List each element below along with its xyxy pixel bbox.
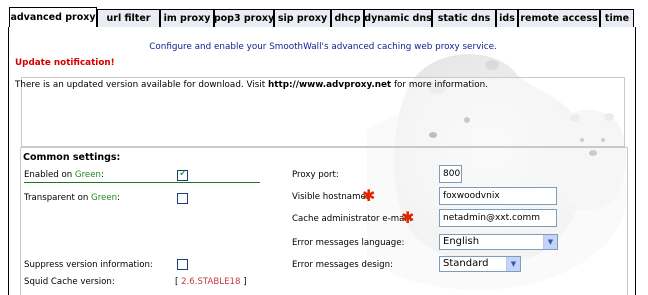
tab-pop3-proxy[interactable]: pop3 proxy	[214, 9, 274, 27]
tab-label: im proxy	[163, 13, 211, 24]
tab-bar: advanced proxy url filter im proxy pop3 …	[0, 0, 648, 27]
tab-im-proxy[interactable]: im proxy	[160, 9, 214, 27]
green-zone-text: Green	[91, 193, 118, 203]
tab-label: ids	[499, 13, 515, 24]
intro-text: Configure and enable your SmoothWall's a…	[149, 42, 497, 52]
tab-sip-proxy[interactable]: sip proxy	[274, 9, 331, 27]
chevron-down-icon[interactable]: ▼	[543, 235, 557, 249]
cache-admin-email-input[interactable]: netadmin@xxt.comm	[439, 209, 557, 227]
tab-label: remote access	[520, 13, 598, 24]
error-design-label: Error messages design:	[292, 260, 393, 270]
tab-label: static dns	[437, 13, 491, 24]
suppress-version-label: Suppress version information:	[24, 260, 153, 270]
suppress-version-checkbox[interactable]	[177, 259, 188, 270]
tab-label: pop3 proxy	[213, 13, 275, 24]
tab-time[interactable]: time	[600, 9, 634, 27]
transparent-checkbox[interactable]	[177, 193, 188, 204]
select-value: English	[443, 236, 480, 247]
notification-text-after: for more information.	[391, 80, 488, 90]
tab-advanced-proxy[interactable]: advanced proxy	[9, 7, 97, 27]
tab-label: time	[604, 13, 630, 24]
label-colon: :	[100, 170, 104, 180]
chevron-down-icon[interactable]: ▼	[506, 257, 520, 271]
proxy-port-label: Proxy port:	[292, 170, 339, 180]
required-star-icon: ✱	[401, 208, 415, 227]
label-colon: :	[117, 193, 120, 203]
tab-dynamic-dns[interactable]: dynamic dns	[364, 9, 432, 27]
tab-url-filter[interactable]: url filter	[97, 9, 160, 27]
tab-label: advanced proxy	[10, 12, 96, 23]
advproxy-link[interactable]: http://www.advproxy.net	[268, 80, 391, 90]
label-text: Transparent on	[24, 193, 92, 203]
tab-label: url filter	[106, 13, 151, 24]
squid-version-number: 2.6.STABLE18	[181, 277, 241, 287]
visible-hostname-label: Visible hostname:	[292, 192, 369, 202]
error-language-select[interactable]: English ▼	[439, 234, 558, 250]
tab-label: dhcp	[334, 13, 361, 24]
enabled-checkbox[interactable]: ✓	[177, 168, 188, 181]
check-icon: ✓	[179, 168, 188, 179]
tab-static-dns[interactable]: static dns	[432, 9, 496, 27]
tab-label: sip proxy	[277, 13, 328, 24]
green-zone-text: Green	[74, 170, 101, 180]
error-design-select[interactable]: Standard ▼	[439, 256, 521, 272]
select-value: Standard	[443, 258, 489, 269]
label-text: Enabled on	[24, 170, 75, 180]
tab-remote-access[interactable]: remote access	[518, 9, 600, 27]
visible-hostname-input[interactable]: foxwoodvnix	[439, 187, 557, 205]
enabled-label: Enabled on Green:	[24, 170, 104, 180]
tab-dhcp[interactable]: dhcp	[331, 9, 364, 27]
bracket-close: ]	[240, 277, 247, 287]
squid-version-value: [ 2.6.STABLE18 ]	[175, 277, 247, 287]
squid-version-label: Squid Cache version:	[24, 277, 115, 287]
update-notification-text: There is an updated version available fo…	[15, 80, 488, 90]
error-language-label: Error messages language:	[292, 238, 405, 248]
transparent-label: Transparent on Green:	[24, 193, 120, 203]
required-star-icon: ✱	[362, 186, 376, 205]
tab-ids[interactable]: ids	[496, 9, 518, 27]
common-settings-title: Common settings:	[23, 152, 121, 163]
tab-label: dynamic dns	[364, 13, 432, 24]
proxy-port-input[interactable]: 800	[439, 165, 462, 183]
cache-admin-email-label: Cache administrator e-mail:	[292, 214, 413, 224]
notification-text-before: There is an updated version available fo…	[15, 80, 269, 90]
divider-line	[24, 182, 260, 183]
update-notification-title: Update notification!	[15, 58, 115, 68]
